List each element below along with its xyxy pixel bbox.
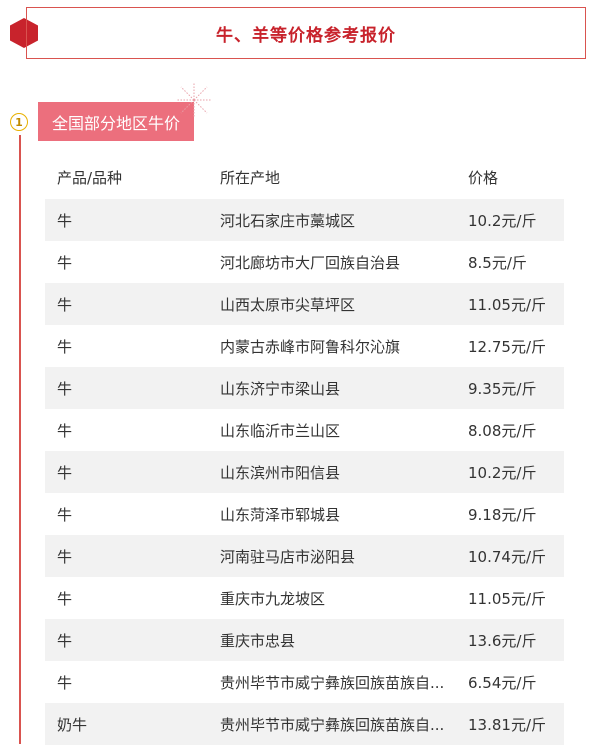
table-row: 牛 贵州毕节市威宁彝族回族苗族自... 6.54元/斤 xyxy=(45,661,564,703)
cell-product: 牛 xyxy=(57,631,73,650)
step-number: 1 xyxy=(10,113,28,131)
cell-price: 11.05元/斤 xyxy=(468,589,546,608)
section-label: 全国部分地区牛价 xyxy=(38,102,195,141)
cell-origin: 贵州毕节市威宁彝族回族苗族自... xyxy=(220,673,445,692)
cell-product: 牛 xyxy=(57,463,73,482)
price-table: 产品/品种 所在产地 价格 牛河北石家庄市藁城区 10.2元/斤牛河北廊坊市大厂回… xyxy=(45,155,564,745)
cell-price: 10.74元/斤 xyxy=(468,547,546,566)
header-origin: 所在产地 xyxy=(220,168,281,187)
cell-origin: 河北廊坊市大厂回族自治县 xyxy=(220,253,401,272)
timeline-line xyxy=(19,135,21,744)
page-title: 牛、羊等价格参考报价 xyxy=(216,25,396,46)
cell-origin: 内蒙古赤峰市阿鲁科尔沁旗 xyxy=(220,337,401,356)
cell-origin: 山东济宁市梁山县 xyxy=(220,379,341,398)
cell-origin: 河北石家庄市藁城区 xyxy=(220,211,356,230)
cell-price: 13.6元/斤 xyxy=(468,631,537,650)
cell-origin: 河南驻马店市泌阳县 xyxy=(220,547,356,566)
cell-price: 10.2元/斤 xyxy=(468,463,537,482)
cell-price: 8.5元/斤 xyxy=(468,253,527,272)
cell-origin: 山东菏泽市郓城县 xyxy=(220,505,341,524)
cell-product: 牛 xyxy=(57,253,73,272)
firework-icon xyxy=(176,82,212,118)
cell-price: 8.08元/斤 xyxy=(468,421,537,440)
cell-price: 13.81元/斤 xyxy=(468,715,546,734)
cell-product: 牛 xyxy=(57,211,73,230)
table-row: 牛 河北石家庄市藁城区 10.2元/斤 xyxy=(45,199,564,241)
cell-origin: 重庆市九龙坡区 xyxy=(220,589,326,608)
cell-origin: 山东临沂市兰山区 xyxy=(220,421,341,440)
cell-origin: 山东滨州市阳信县 xyxy=(220,463,341,482)
table-row: 牛 河北廊坊市大厂回族自治县 8.5元/斤 xyxy=(45,241,564,283)
table-row: 牛 山东临沂市兰山区 8.08元/斤 xyxy=(45,409,564,451)
cell-price: 9.18元/斤 xyxy=(468,505,537,524)
table-row: 牛 山西太原市尖草坪区 11.05元/斤 xyxy=(45,283,564,325)
cell-origin: 重庆市忠县 xyxy=(220,631,296,650)
header-product: 产品/品种 xyxy=(57,168,123,187)
header-price: 价格 xyxy=(468,168,499,187)
cell-price: 12.75元/斤 xyxy=(468,337,546,356)
cell-price: 6.54元/斤 xyxy=(468,673,537,692)
cell-product: 牛 xyxy=(57,379,73,398)
cell-product: 牛 xyxy=(57,337,73,356)
cell-product: 牛 xyxy=(57,295,73,314)
cell-product: 牛 xyxy=(57,505,73,524)
cell-product: 奶牛 xyxy=(57,715,88,734)
table-row: 奶牛 贵州毕节市威宁彝族回族苗族自... 13.81元/斤 xyxy=(45,703,564,745)
table-row: 牛 河南驻马店市泌阳县 10.74元/斤 xyxy=(45,535,564,577)
title-banner: 牛、羊等价格参考报价 xyxy=(26,7,586,59)
cell-price: 10.2元/斤 xyxy=(468,211,537,230)
cell-product: 牛 xyxy=(57,547,73,566)
cell-product: 牛 xyxy=(57,673,73,692)
table-row: 牛 重庆市忠县 13.6元/斤 xyxy=(45,619,564,661)
cell-product: 牛 xyxy=(57,421,73,440)
cell-price: 9.35元/斤 xyxy=(468,379,537,398)
cell-price: 11.05元/斤 xyxy=(468,295,546,314)
cell-origin: 贵州毕节市威宁彝族回族苗族自... xyxy=(220,715,445,734)
table-row: 牛 山东济宁市梁山县 9.35元/斤 xyxy=(45,367,564,409)
table-header: 产品/品种 所在产地 价格 xyxy=(45,155,564,199)
table-row: 牛 重庆市九龙坡区 11.05元/斤 xyxy=(45,577,564,619)
table-row: 牛 山东菏泽市郓城县 9.18元/斤 xyxy=(45,493,564,535)
cell-product: 牛 xyxy=(57,589,73,608)
cell-origin: 山西太原市尖草坪区 xyxy=(220,295,356,314)
table-row: 牛 山东滨州市阳信县 10.2元/斤 xyxy=(45,451,564,493)
table-row: 牛 内蒙古赤峰市阿鲁科尔沁旗 12.75元/斤 xyxy=(45,325,564,367)
